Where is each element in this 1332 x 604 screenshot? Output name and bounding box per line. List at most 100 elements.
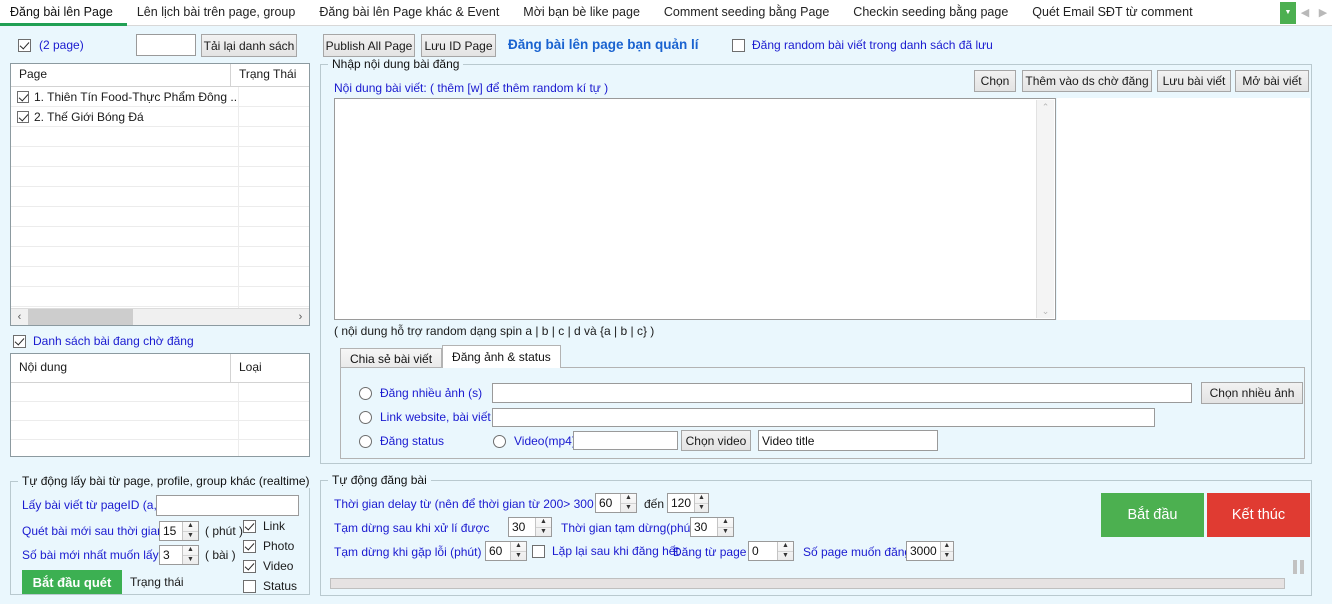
stepper-buttons[interactable]: ▲▼ <box>717 518 733 536</box>
add-to-queue-button[interactable]: Thêm vào ds chờ đăng <box>1022 70 1152 92</box>
link-radio[interactable]: Link website, bài viết FB <box>359 410 509 424</box>
random-post-checkbox[interactable]: Đăng random bài viết trong danh sách đã … <box>732 38 993 52</box>
filter-status-checkbox[interactable]: Status <box>243 579 297 593</box>
post-content-vscrollbar[interactable]: ⌃ ⌄ <box>1036 100 1054 318</box>
filter-link-checkbox[interactable]: Link <box>243 519 285 533</box>
publish-all-page-button[interactable]: Publish All Page <box>323 34 415 57</box>
chevron-down-icon[interactable]: ▼ <box>1280 2 1296 24</box>
stepper-buttons[interactable]: ▲▼ <box>940 542 953 560</box>
from-page-stepper[interactable]: 0 ▲▼ <box>748 541 794 561</box>
tab-dang-anh-status[interactable]: Đăng ảnh & status <box>442 345 561 368</box>
choose-video-button[interactable]: Chọn video <box>681 430 751 451</box>
row-checkbox[interactable] <box>17 91 29 103</box>
choose-photos-button[interactable]: Chọn nhiều ảnh <box>1201 382 1303 404</box>
stepper-down-icon[interactable]: ▼ <box>183 556 198 565</box>
tab-chia-se-bai-viet[interactable]: Chia sẻ bài viết <box>340 348 442 368</box>
tab-comment-seeding[interactable]: Comment seeding bằng Page <box>654 0 843 25</box>
stepper-buttons[interactable]: ▲▼ <box>694 494 708 512</box>
stepper-up-icon[interactable]: ▲ <box>183 522 198 532</box>
stepper-buttons[interactable]: ▲▼ <box>620 494 636 512</box>
queue-list[interactable]: Nội dung Loại <box>10 353 310 457</box>
stepper-up-icon[interactable]: ▲ <box>695 494 708 504</box>
chevron-left-icon[interactable]: ‹ <box>11 311 28 323</box>
stepper-down-icon[interactable]: ▼ <box>941 552 953 561</box>
stepper-buttons[interactable]: ▲▼ <box>182 522 198 540</box>
stepper-buttons[interactable]: ▲▼ <box>182 546 198 564</box>
video-path-input[interactable] <box>573 431 678 450</box>
stepper-up-icon[interactable]: ▲ <box>718 518 733 528</box>
stepper-down-icon[interactable]: ▼ <box>718 528 733 537</box>
delay-from-stepper[interactable]: 60 ▲▼ <box>595 493 637 513</box>
table-row <box>11 167 309 187</box>
scroll-down-icon[interactable]: ⌄ <box>1042 304 1050 318</box>
start-scan-button[interactable]: Bắt đầu quét <box>22 570 122 594</box>
pageid-input[interactable] <box>156 495 299 516</box>
error-pause-stepper[interactable]: 60 ▲▼ <box>485 541 527 561</box>
photos-input[interactable] <box>492 383 1192 403</box>
stepper-up-icon[interactable]: ▲ <box>511 542 526 552</box>
save-id-page-button[interactable]: Lưu ID Page <box>421 34 496 57</box>
post-count-stepper[interactable]: 3 ▲▼ <box>159 545 199 565</box>
photos-radio[interactable]: Đăng nhiều ảnh (s) <box>359 386 482 400</box>
post-content-textarea[interactable]: ⌃ ⌄ <box>334 98 1056 320</box>
tab-len-lich-bai[interactable]: Lên lịch bài trên page, group <box>127 0 309 25</box>
save-post-button[interactable]: Lưu bài viết <box>1157 70 1231 92</box>
start-button[interactable]: Bắt đầu <box>1101 493 1204 537</box>
status-radio[interactable]: Đăng status <box>359 434 444 448</box>
stepper-buttons[interactable]: ▲▼ <box>535 518 551 536</box>
tab-checkin-seeding[interactable]: Checkin seeding bằng page <box>843 0 1022 25</box>
reload-list-button[interactable]: Tải lại danh sách <box>201 34 297 57</box>
queue-list-checkbox[interactable]: Danh sách bài đang chờ đăng <box>13 334 194 348</box>
stepper-down-icon[interactable]: ▼ <box>695 504 708 513</box>
filter-link-label: Link <box>263 519 285 533</box>
link-input[interactable] <box>492 408 1155 427</box>
row-checkbox[interactable] <box>17 111 29 123</box>
stepper-down-icon[interactable]: ▼ <box>621 504 636 513</box>
checkbox-box <box>532 545 545 558</box>
choose-button[interactable]: Chọn <box>974 70 1016 92</box>
stepper-down-icon[interactable]: ▼ <box>511 552 526 561</box>
delay-to-stepper[interactable]: 120 ▲▼ <box>667 493 709 513</box>
filter-photo-checkbox[interactable]: Photo <box>243 539 294 553</box>
pause-time-stepper[interactable]: 30 ▲▼ <box>690 517 734 537</box>
stepper-up-icon[interactable]: ▲ <box>183 546 198 556</box>
tab-dang-bai-page-khac[interactable]: Đăng bài lên Page khác & Event <box>309 0 513 25</box>
stepper-up-icon[interactable]: ▲ <box>621 494 636 504</box>
stepper-up-icon[interactable]: ▲ <box>778 542 793 552</box>
save-id-page-label: Lưu ID Page <box>424 39 492 53</box>
arrow-left-icon[interactable]: ◀ <box>1296 2 1314 24</box>
stepper-buttons[interactable]: ▲▼ <box>777 542 793 560</box>
pause-after-stepper[interactable]: 30 ▲▼ <box>508 517 552 537</box>
table-row[interactable]: 2. Thế Giới Bóng Đá <box>11 107 309 127</box>
page-list-cell-status <box>239 147 309 166</box>
page-count-stepper[interactable]: 3000 ▲▼ <box>906 541 954 561</box>
hscrollbar-thumb[interactable] <box>28 309 133 325</box>
stepper-buttons[interactable]: ▲▼ <box>510 542 526 560</box>
tab-dang-bai-len-page[interactable]: Đăng bài lên Page <box>0 0 127 25</box>
video-title-input[interactable]: Video title <box>758 430 938 451</box>
stepper-up-icon[interactable]: ▲ <box>536 518 551 528</box>
stepper-down-icon[interactable]: ▼ <box>183 532 198 541</box>
table-row[interactable]: 1. Thiên Tín Food-Thực Phẩm Đông ... <box>11 87 309 107</box>
page-list[interactable]: Page Trạng Thái 1. Thiên Tín Food-Thực P… <box>10 63 310 326</box>
scan-interval-stepper[interactable]: 15 ▲▼ <box>159 521 199 541</box>
select-all-pages-checkbox[interactable]: (2 page) <box>18 38 84 52</box>
repeat-checkbox[interactable]: Lặp lại sau khi đăng hết <box>532 544 679 558</box>
stepper-down-icon[interactable]: ▼ <box>778 552 793 561</box>
tab-moi-ban-be-like[interactable]: Mời bạn bè like page <box>513 0 654 25</box>
arrow-right-icon[interactable]: ▶ <box>1314 2 1332 24</box>
stepper-down-icon[interactable]: ▼ <box>536 528 551 537</box>
video-radio[interactable]: Video(mp4) <box>493 434 576 448</box>
page-search-input[interactable] <box>136 34 196 56</box>
stop-button[interactable]: Kết thúc <box>1207 493 1310 537</box>
tab-quet-email-sdt[interactable]: Quét Email SĐT từ comment <box>1022 0 1206 25</box>
open-post-button[interactable]: Mở bài viết <box>1235 70 1309 92</box>
filter-video-checkbox[interactable]: Video <box>243 559 293 573</box>
hscrollbar-track[interactable] <box>28 309 292 325</box>
chevron-right-icon[interactable]: › <box>292 311 309 323</box>
scroll-up-icon[interactable]: ⌃ <box>1042 100 1050 114</box>
stepper-up-icon[interactable]: ▲ <box>941 542 953 552</box>
pause-icon[interactable] <box>1293 560 1304 574</box>
page-list-hscrollbar[interactable]: ‹ › <box>11 308 309 325</box>
checkbox-box <box>732 39 745 52</box>
